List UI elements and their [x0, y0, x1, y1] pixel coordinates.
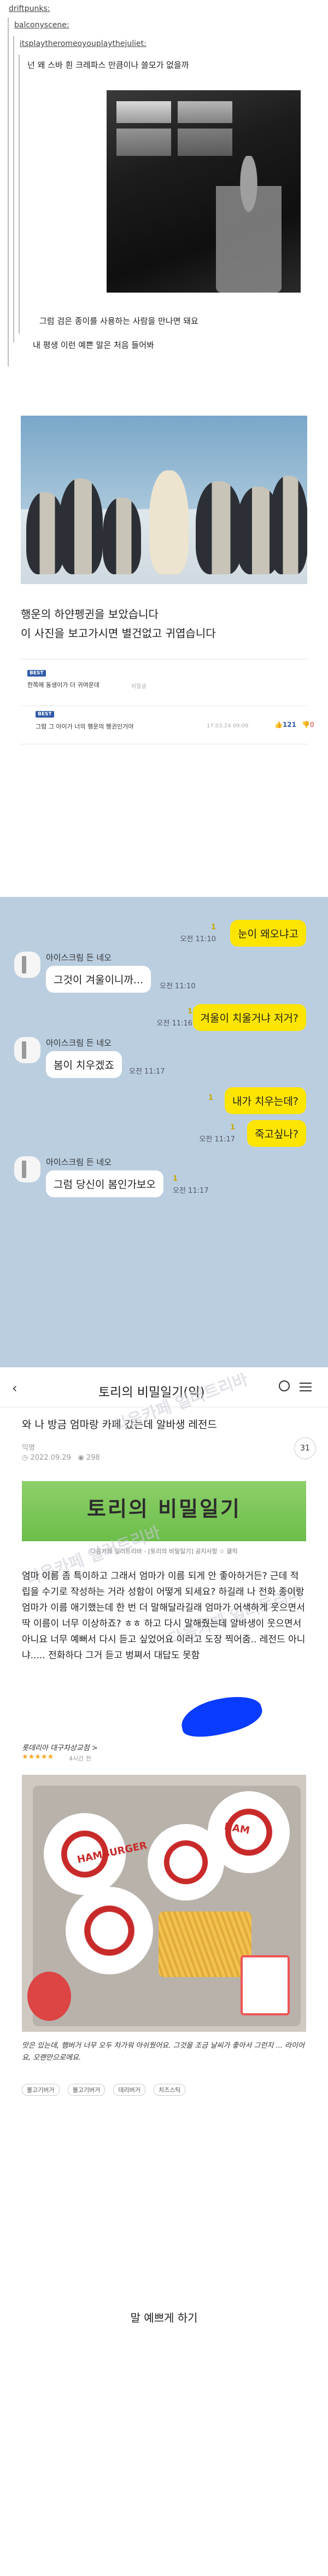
sender-name: 아이스크림 든 네오 [46, 1038, 112, 1048]
avatar[interactable] [14, 1037, 40, 1063]
sender-name: 아이스크림 든 네오 [46, 1157, 112, 1167]
chat-bubble-me[interactable]: 겨울이 치울거냐 저거? [192, 1004, 306, 1031]
username-itsplaytheromeo[interactable]: itsplaytheromeoyouplaythejuliet: [20, 39, 147, 48]
reply-line-2: 내 평생 이런 예쁜 말은 처음 들어봐 [33, 340, 154, 350]
message-time: 오전 11:17 [199, 1135, 235, 1144]
post-meta: ◷ 2022.09.29 ◉ 298 [22, 1454, 100, 1462]
message-time: 오전 11:17 [173, 1187, 209, 1195]
message-time: 오전 11:17 [129, 1068, 165, 1076]
tag-chip[interactable]: 불고기버거 [67, 2084, 106, 2096]
chat-bubble-other[interactable]: 봄이 치우겠죠 [46, 1051, 122, 1078]
review-shop[interactable]: 롯데리아 대구차상교점 > [22, 1742, 98, 1752]
username-balconyscene[interactable]: balconyscene: [14, 21, 69, 30]
tag-chip[interactable]: 불고기버거 [22, 2084, 60, 2096]
tag-chip[interactable]: 치즈스틱 [153, 2084, 186, 2096]
photo-woman-at-window [107, 90, 301, 293]
community-post: 행운의 하얀펭귄을 보았습니다 이 사진을 보고가시면 별건없고 귀엽습니다 B… [0, 416, 328, 881]
best-badge-2: BEST [36, 711, 54, 718]
like-count: 121 [282, 721, 297, 728]
sender-name: 아이스크림 든 네오 [46, 953, 112, 963]
search-icon[interactable] [279, 1380, 290, 1391]
thumbs-down-icon: 👎 [302, 721, 310, 728]
banner-title: 토리의 비밀일기 [87, 1496, 241, 1521]
comment-2-text: 그럼 그 아이가 너의 행운의 펭귄인거야 [36, 723, 134, 730]
tumblr-post: driftpunks: balconyscene: itsplaytherome… [0, 0, 328, 383]
read-count: 1 [208, 1094, 213, 1102]
back-chevron-icon[interactable]: ‹ [12, 1380, 17, 1396]
tag-chip[interactable]: 데리버거 [113, 2084, 145, 2096]
chat-bubble-other[interactable]: 그럼 당신이 봄인가보오 [46, 1170, 163, 1197]
caption: 말 예쁘게 하기 [130, 2311, 198, 2324]
read-count: 1 [230, 1123, 235, 1132]
comment-1-meta: 비밀글 [131, 684, 147, 690]
review-date: 4시간 전 [69, 1755, 91, 1762]
like-button[interactable]: 👍121 [274, 721, 296, 728]
chat-bubble-me[interactable]: 눈이 왜오냐고 [230, 920, 306, 947]
blog-post: ‹ 토리의 비밀일기(익) 와 나 방금 엄마랑 카페 갔는데 알바생 레전드 … [0, 1373, 328, 2576]
message-time: 오전 11:16 [156, 1019, 192, 1028]
comment-2-meta: 17.03.24 09:09 [207, 723, 249, 729]
chat-screen: 눈이 왜오냐고 1 오전 11:10 아이스크림 든 네오 그것이 겨울이니까.… [0, 897, 328, 1367]
comment-1-text: 한쪽에 동생이가 더 귀여운데 [27, 681, 99, 689]
review-text: 맛은 있는데, 햄버거 너무 오두 차가워 아쉬웠어요. 그것을 조금 날씨가 … [22, 2042, 304, 2062]
review-header: 롯데리아 대구차상교점 > ★★★★★ 4시간 전 [22, 1742, 306, 1762]
best-badge: BEST [27, 670, 46, 677]
blue-scribble [177, 1689, 266, 1744]
burger-photo: HAMBURGER HAM [22, 1775, 306, 2032]
post-views: 298 [86, 1454, 100, 1462]
views-icon: ◉ [78, 1454, 86, 1462]
divider [21, 659, 307, 660]
thumbs-up-icon: 👍 [274, 721, 283, 728]
penguin-photo [21, 416, 307, 584]
avatar[interactable] [14, 952, 40, 978]
dislike-button[interactable]: 👎0 [302, 721, 314, 728]
reply-line-1: 그럼 검은 종이를 사용하는 사람을 만나면 돼요 [39, 316, 198, 326]
chat-bubble-other[interactable]: 그것이 겨울이니까... [46, 966, 151, 993]
menu-icon[interactable] [300, 1383, 312, 1391]
post-date: 2022.09.29 [30, 1454, 71, 1462]
message-time: 오전 11:10 [180, 935, 216, 943]
message-time: 오전 11:10 [160, 982, 196, 990]
review-stars: ★★★★★ [22, 1753, 54, 1761]
quote-text: 넌 왜 스바 흰 크레파스 만큼이나 쓸모가 없을까 [27, 60, 189, 70]
avatar[interactable] [14, 1156, 40, 1182]
dislike-count: 0 [309, 721, 314, 728]
post-line-1: 행운의 하얀펭귄을 보았습니다 [21, 608, 159, 621]
username-driftpunks[interactable]: driftpunks: [9, 4, 50, 13]
comment-count-button[interactable]: 31 [294, 1437, 316, 1459]
post-line-2: 이 사진을 보고가시면 별건없고 귀엽습니다 [21, 627, 216, 640]
post-author: 익명 [22, 1444, 35, 1452]
clock-icon: ◷ [22, 1454, 31, 1462]
chat-bubble-me[interactable]: 죽고싶나? [247, 1120, 306, 1147]
review-tags: 불고기버거 불고기버거 데리버거 치즈스틱 [22, 2084, 306, 2096]
chat-bubble-me[interactable]: 내가 치우는데? [224, 1087, 306, 1114]
post-body: 엄마 이름 좀 특이하고 그래서 엄마가 이름 되게 안 좋아하거든? 근데 적… [22, 1571, 306, 1661]
read-count: 1 [187, 1007, 192, 1016]
read-count: 1 [173, 1175, 178, 1183]
read-count: 1 [210, 923, 216, 931]
